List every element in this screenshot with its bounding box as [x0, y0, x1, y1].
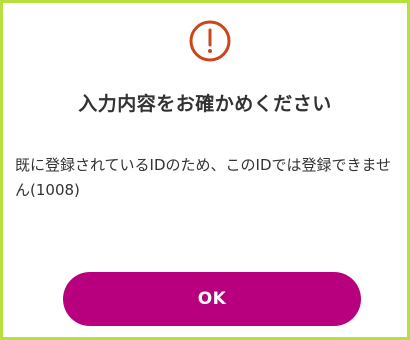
- dialog-title: 入力内容をお確かめください: [78, 93, 332, 115]
- error-dialog: 入力内容をお確かめください 既に登録されているIDのため、このIDでは登録できま…: [0, 0, 410, 340]
- ok-button[interactable]: OK: [63, 272, 361, 326]
- exclamation-circle-icon: [189, 20, 231, 62]
- error-message: 既に登録されているIDのため、このIDでは登録できません(1008): [15, 156, 392, 199]
